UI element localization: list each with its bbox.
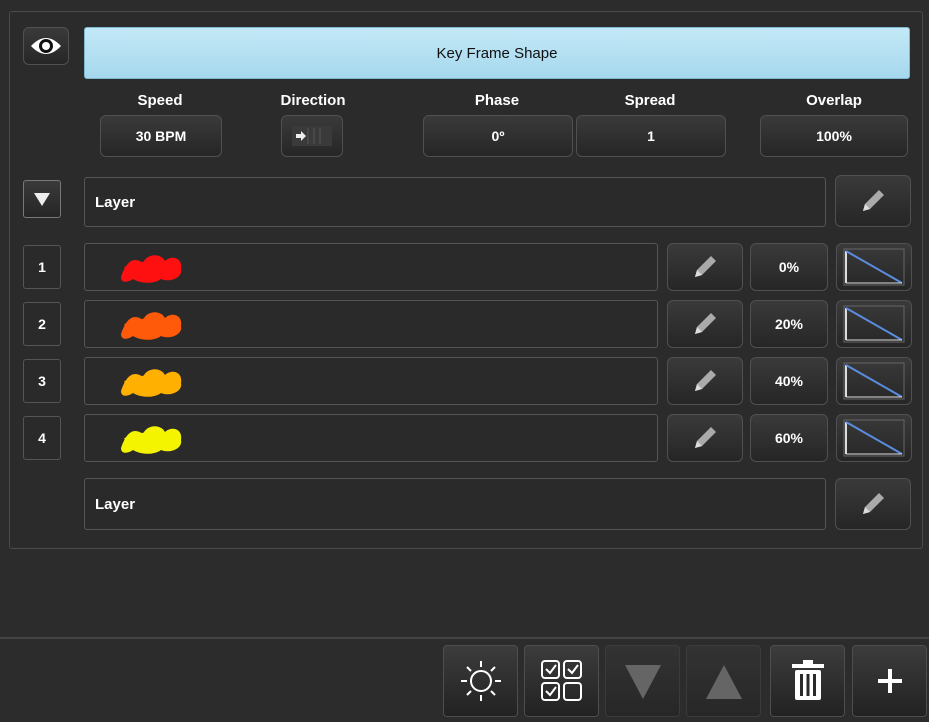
ramp-down-icon (843, 362, 905, 400)
row-color-field[interactable] (84, 300, 658, 348)
add-button[interactable] (852, 645, 927, 717)
color-swatch-icon (121, 426, 182, 454)
spread-button[interactable]: 1 (576, 115, 726, 157)
row-percent-button[interactable]: 0% (750, 243, 828, 291)
pencil-icon (695, 313, 716, 334)
row-edit-button[interactable] (667, 357, 743, 405)
color-swatch-icon (121, 312, 182, 340)
speed-label: Speed (137, 92, 183, 109)
move-up-icon (705, 665, 742, 699)
layer-footer-edit-button[interactable] (835, 478, 911, 530)
row-color-field[interactable] (84, 414, 658, 462)
row-edit-button[interactable] (667, 414, 743, 462)
ramp-down-icon (843, 305, 905, 343)
eye-icon (31, 38, 61, 54)
triangle-down-icon (34, 193, 50, 206)
direction-label: Direction (280, 92, 346, 109)
row-curve-button[interactable] (836, 243, 912, 291)
layer-footer-field[interactable]: Layer (84, 478, 826, 530)
row-color-field[interactable] (84, 243, 658, 291)
layer-header-edit-button[interactable] (835, 175, 911, 227)
overlap-label: Overlap (806, 92, 862, 109)
layer-header-field[interactable]: Layer (84, 177, 826, 227)
brightness-icon (460, 661, 501, 701)
row-curve-button[interactable] (836, 357, 912, 405)
select-grid-button[interactable] (524, 645, 599, 717)
add-icon (877, 669, 902, 693)
overlap-button[interactable]: 100% (760, 115, 908, 157)
key-frame-panel: Key Frame Shape Speed Direction Phase Sp… (9, 11, 923, 549)
row-number[interactable]: 3 (23, 359, 61, 403)
pencil-icon (695, 370, 716, 391)
row-percent-button[interactable]: 60% (750, 414, 828, 462)
move-up-button[interactable] (686, 645, 761, 717)
spread-label: Spread (624, 92, 676, 109)
select-grid-icon (540, 660, 582, 701)
delete-button[interactable] (770, 645, 845, 717)
shape-title-bar[interactable]: Key Frame Shape (84, 27, 910, 79)
delete-icon (791, 660, 824, 700)
ramp-down-icon (843, 248, 905, 286)
pencil-icon (695, 256, 716, 277)
row-curve-button[interactable] (836, 414, 912, 462)
toolbar-divider (0, 637, 929, 639)
move-down-button[interactable] (605, 645, 680, 717)
arrow-right-icon (292, 126, 332, 146)
pencil-icon (863, 493, 884, 514)
shape-title: Key Frame Shape (436, 44, 558, 62)
direction-button[interactable] (281, 115, 343, 157)
phase-button[interactable]: 0º (423, 115, 573, 157)
layer-header-label: Layer (95, 193, 136, 211)
row-curve-button[interactable] (836, 300, 912, 348)
collapse-button[interactable] (23, 180, 61, 218)
eye-button[interactable] (23, 27, 69, 65)
color-swatch-icon (121, 255, 182, 283)
move-down-icon (624, 665, 661, 699)
row-percent-button[interactable]: 40% (750, 357, 828, 405)
row-number[interactable]: 2 (23, 302, 61, 346)
ramp-down-icon (843, 419, 905, 457)
phase-label: Phase (474, 92, 520, 109)
row-edit-button[interactable] (667, 300, 743, 348)
pencil-icon (863, 190, 884, 211)
color-swatch-icon (121, 369, 182, 397)
row-edit-button[interactable] (667, 243, 743, 291)
row-percent-button[interactable]: 20% (750, 300, 828, 348)
pencil-icon (695, 427, 716, 448)
row-number[interactable]: 1 (23, 245, 61, 289)
speed-button[interactable]: 30 BPM (100, 115, 222, 157)
row-color-field[interactable] (84, 357, 658, 405)
layer-footer-label: Layer (95, 495, 136, 513)
row-number[interactable]: 4 (23, 416, 61, 460)
brightness-button[interactable] (443, 645, 518, 717)
